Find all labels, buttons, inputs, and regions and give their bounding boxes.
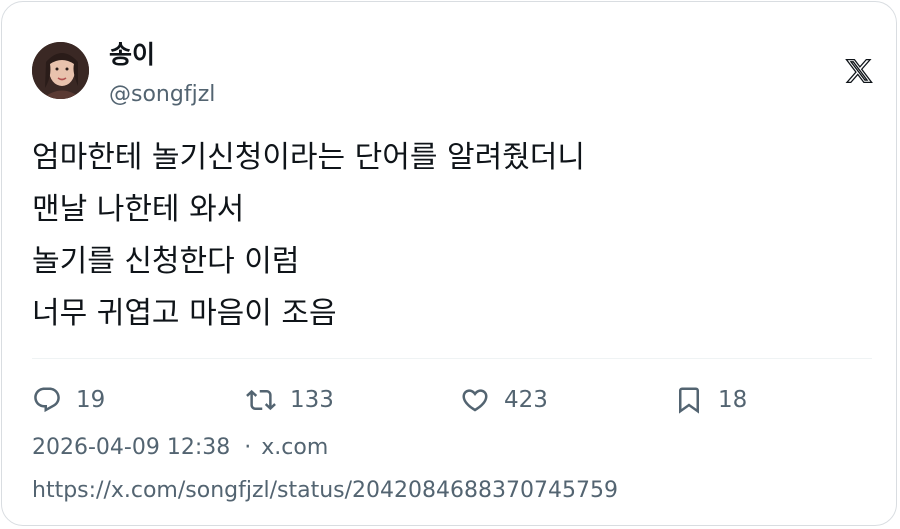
x-logo-icon[interactable] (845, 57, 873, 85)
action-bar: 19 133 423 18 (32, 382, 872, 418)
tweet-meta: 2026-04-09 12:38 · x.com (32, 434, 328, 462)
like-button[interactable]: 423 (460, 382, 548, 418)
bookmark-button[interactable]: 18 (674, 382, 747, 418)
reply-count: 19 (76, 387, 106, 413)
retweet-count: 133 (290, 387, 334, 413)
heart-icon (462, 389, 488, 412)
tweet-text: 엄마한테 놀기신청이라는 단어를 알려줬더니 맨날 나한테 와서 놀기를 신청한… (32, 132, 872, 340)
bookmark-icon (679, 387, 699, 414)
tweet-line: 너무 귀엽고 마음이 조음 (32, 296, 337, 331)
divider (32, 358, 872, 359)
display-name[interactable]: 송이 (109, 39, 155, 71)
like-count: 423 (504, 387, 548, 413)
reply-button[interactable]: 19 (32, 382, 105, 418)
user-handle[interactable]: @songfjzl (109, 81, 215, 109)
meta-separator: · (244, 435, 252, 460)
reply-icon (34, 387, 60, 413)
retweet-button[interactable]: 133 (246, 382, 334, 418)
retweet-icon (246, 389, 276, 411)
timestamp[interactable]: 2026-04-09 12:38 (32, 435, 230, 460)
profile-photo-icon (32, 42, 89, 99)
tweet-card: 송이 @songfjzl 엄마한테 놀기신청이라는 단어를 알려줬더니 맨날 나… (1, 1, 897, 526)
source-link[interactable]: x.com (261, 435, 328, 460)
tweet-line: 놀기를 신청한다 이럼 (32, 244, 300, 279)
avatar[interactable] (32, 42, 89, 99)
tweet-line: 맨날 나한테 와서 (32, 192, 245, 227)
bookmark-count: 18 (718, 387, 748, 413)
tweet-line: 엄마한테 놀기신청이라는 단어를 알려줬더니 (32, 140, 586, 175)
status-url[interactable]: https://x.com/songfjzl/status/2042084688… (32, 477, 618, 505)
